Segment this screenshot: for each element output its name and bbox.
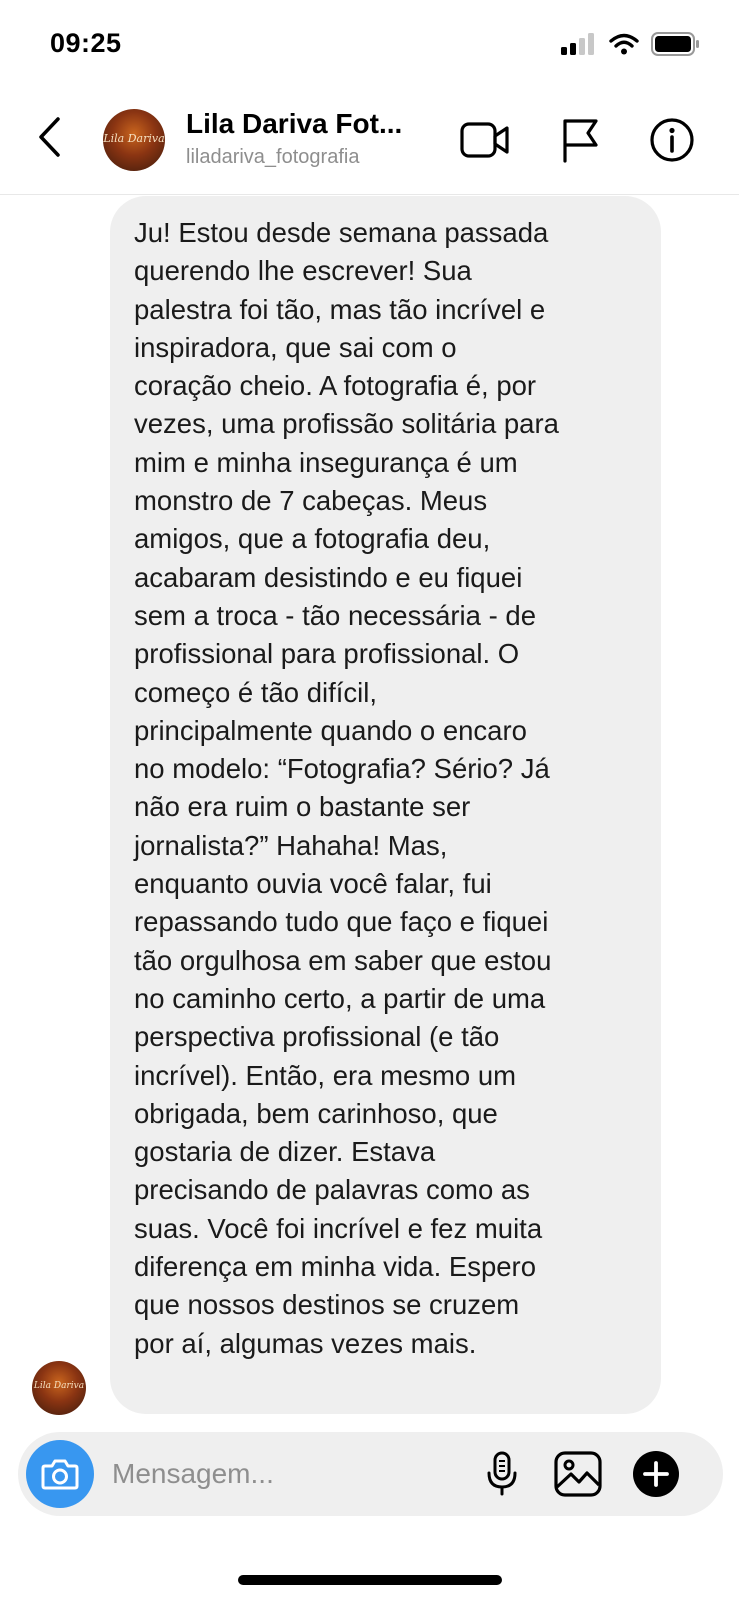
plus-icon (633, 1451, 679, 1497)
message-input[interactable] (112, 1452, 452, 1496)
message-composer (18, 1432, 723, 1516)
avatar-logo-text: Lila Dariva (103, 131, 165, 145)
info-button[interactable] (646, 114, 698, 166)
report-button[interactable] (554, 114, 606, 166)
contact-avatar[interactable]: Lila Dariva (103, 109, 165, 171)
back-icon (39, 117, 60, 157)
wifi-icon (609, 33, 639, 60)
video-call-button[interactable] (459, 114, 511, 166)
contact-name: Lila Dariva Fot... (186, 108, 403, 139)
gallery-icon (554, 1451, 602, 1497)
info-icon (650, 118, 694, 162)
battery-icon (651, 32, 701, 61)
signal-icon (561, 33, 597, 60)
home-indicator (238, 1575, 502, 1585)
flag-icon (563, 119, 598, 163)
back-button[interactable] (26, 112, 72, 162)
video-call-icon (460, 122, 509, 158)
camera-button[interactable] (26, 1440, 94, 1508)
contact-title[interactable]: Lila Dariva Fot... liladariva_fotografia (186, 108, 446, 169)
conversation-header: Lila Dariva Lila Dariva Fot... liladariv… (0, 92, 739, 195)
contact-handle: liladariva_fotografia (186, 146, 360, 168)
microphone-icon (487, 1451, 517, 1496)
status-icons (561, 32, 701, 61)
status-time: 09:25 (50, 28, 122, 58)
voice-message-button[interactable] (476, 1448, 528, 1500)
status-bar: 09:25 (0, 0, 739, 92)
camera-icon (41, 1459, 79, 1490)
gallery-button[interactable] (552, 1448, 604, 1500)
sender-avatar[interactable]: Lila Dariva (32, 1361, 86, 1415)
message-bubble[interactable]: Ju! Estou desde semana passada querendo … (110, 196, 661, 1414)
more-actions-button[interactable] (630, 1448, 682, 1500)
sender-avatar-logo-text: Lila Dariva (33, 1380, 85, 1391)
